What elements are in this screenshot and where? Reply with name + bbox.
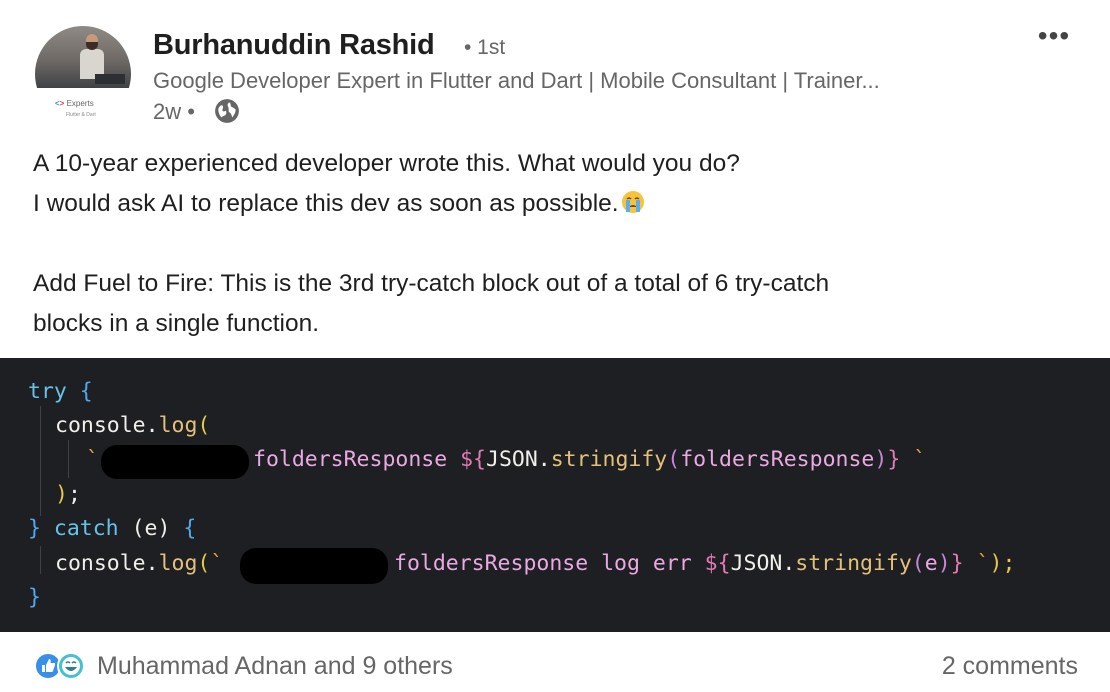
post-card: <> Experts Flutter & Dart Burhanuddin Ra… — [0, 0, 1110, 692]
reaction-icons[interactable] — [33, 651, 89, 681]
code-line: } catch (e) { — [28, 516, 197, 541]
post-text-line: A 10-year experienced developer wrote th… — [33, 150, 740, 177]
gde-badge: <> Experts — [55, 99, 94, 108]
code-line: try { — [28, 379, 93, 404]
code-line: console.log( — [55, 413, 211, 438]
gde-badge-sub: Flutter & Dart — [66, 112, 96, 118]
post-text-line: blocks in a single function. — [33, 310, 319, 337]
post-text: A 10-year experienced developer wrote th… — [33, 144, 1083, 344]
comments-count-link[interactable]: 2 comments — [942, 652, 1078, 681]
author-headline: Google Developer Expert in Flutter and D… — [153, 68, 880, 93]
code-line: console.log(` — [55, 551, 224, 576]
code-line: foldersResponse log err ${JSON.stringify… — [394, 551, 1016, 576]
globe-icon — [215, 99, 239, 123]
post-text-line: I would ask AI to replace this dev as so… — [33, 184, 1083, 224]
redacted-block — [101, 445, 249, 479]
crying-face-icon — [621, 191, 644, 213]
author-name[interactable]: Burhanuddin Rashid — [153, 29, 435, 62]
code-image[interactable]: try { console.log( ` foldersResponse ${J… — [0, 358, 1110, 632]
connection-degree: • 1st — [464, 36, 506, 59]
more-options-button[interactable]: ••• — [1036, 22, 1072, 52]
code-line: foldersResponse ${JSON.stringify(folders… — [253, 447, 927, 472]
reactions-summary[interactable]: Muhammad Adnan and 9 others — [97, 652, 453, 681]
post-text-line: Add Fuel to Fire: This is the 3rd try-ca… — [33, 270, 830, 297]
code-line: } — [28, 585, 41, 610]
post-time: 2w • — [153, 99, 195, 124]
code-line: ` — [86, 447, 99, 472]
post-text-line — [33, 224, 1083, 264]
redacted-block — [240, 548, 388, 584]
author-avatar[interactable]: <> Experts Flutter & Dart — [35, 26, 131, 122]
laughing-icon — [57, 652, 85, 680]
code-line: ); — [55, 482, 81, 507]
